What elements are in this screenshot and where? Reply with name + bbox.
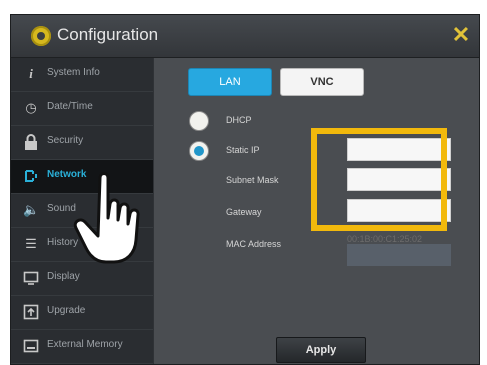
info-icon: i [29,66,33,81]
network-icon [23,168,39,184]
network-settings-panel: LAN VNC DHCP Static IP Subnet Mask Gatew… [154,58,479,364]
apply-button[interactable]: Apply [276,337,366,363]
subnet-mask-label: Subnet Mask [226,175,279,185]
gear-icon [31,26,51,46]
sidebar-item-label: Date/Time [47,101,93,112]
gateway-label: Gateway [226,207,262,217]
sidebar-item-label: Sound [47,203,76,214]
mac-address-field [347,244,451,266]
monitor-icon [23,270,39,286]
static-ip-radio[interactable] [189,141,209,161]
title-bar: Configuration ✕ [11,15,479,58]
sidebar-item-display[interactable]: Display [11,262,153,296]
sidebar-item-label: Upgrade [47,305,86,316]
sidebar-item-upgrade[interactable]: Upgrade [11,296,153,330]
sidebar-item-system-info[interactable]: i System Info [11,58,153,92]
sidebar-item-label: System Info [47,67,100,78]
sidebar-item-network[interactable]: Network [11,160,153,194]
dhcp-label: DHCP [226,115,252,125]
sidebar-item-sound[interactable]: 🔈 Sound [11,194,153,228]
sidebar-item-security[interactable]: Security [11,126,153,160]
configuration-window: Configuration ✕ i System Info ◷ Date/Tim… [10,14,480,365]
tab-vnc[interactable]: VNC [280,68,364,96]
sidebar-item-label: Network [47,169,87,180]
tab-lan[interactable]: LAN [188,68,272,96]
list-icon: ☰ [25,236,37,251]
clock-icon: ◷ [25,100,37,115]
close-button[interactable]: ✕ [447,21,475,49]
sidebar-item-history[interactable]: ☰ History [11,228,153,262]
sidebar-item-date-time[interactable]: ◷ Date/Time [11,92,153,126]
window-title: Configuration [57,25,159,44]
sidebar-item-external-memory[interactable]: External Memory [11,330,153,364]
sidebar-item-label: External Memory [47,339,123,350]
sidebar-item-label: History [47,237,79,248]
sidebar-item-label: Display [47,271,80,282]
subnet-mask-field[interactable] [347,168,451,191]
static-ip-field[interactable] [347,138,451,161]
mac-address-value: 00:1B:00:C1:25:02 [347,234,423,244]
memory-icon [23,338,39,354]
gateway-field[interactable] [347,199,451,222]
sidebar: i System Info ◷ Date/Time Security Netwo… [11,58,153,364]
dhcp-radio[interactable] [189,111,209,131]
static-ip-label: Static IP [226,145,260,155]
upgrade-icon [23,304,39,320]
mac-address-label: MAC Address [226,239,282,249]
sidebar-item-label: Security [47,135,84,146]
speaker-icon: 🔈 [23,202,40,217]
lock-icon [23,134,39,150]
